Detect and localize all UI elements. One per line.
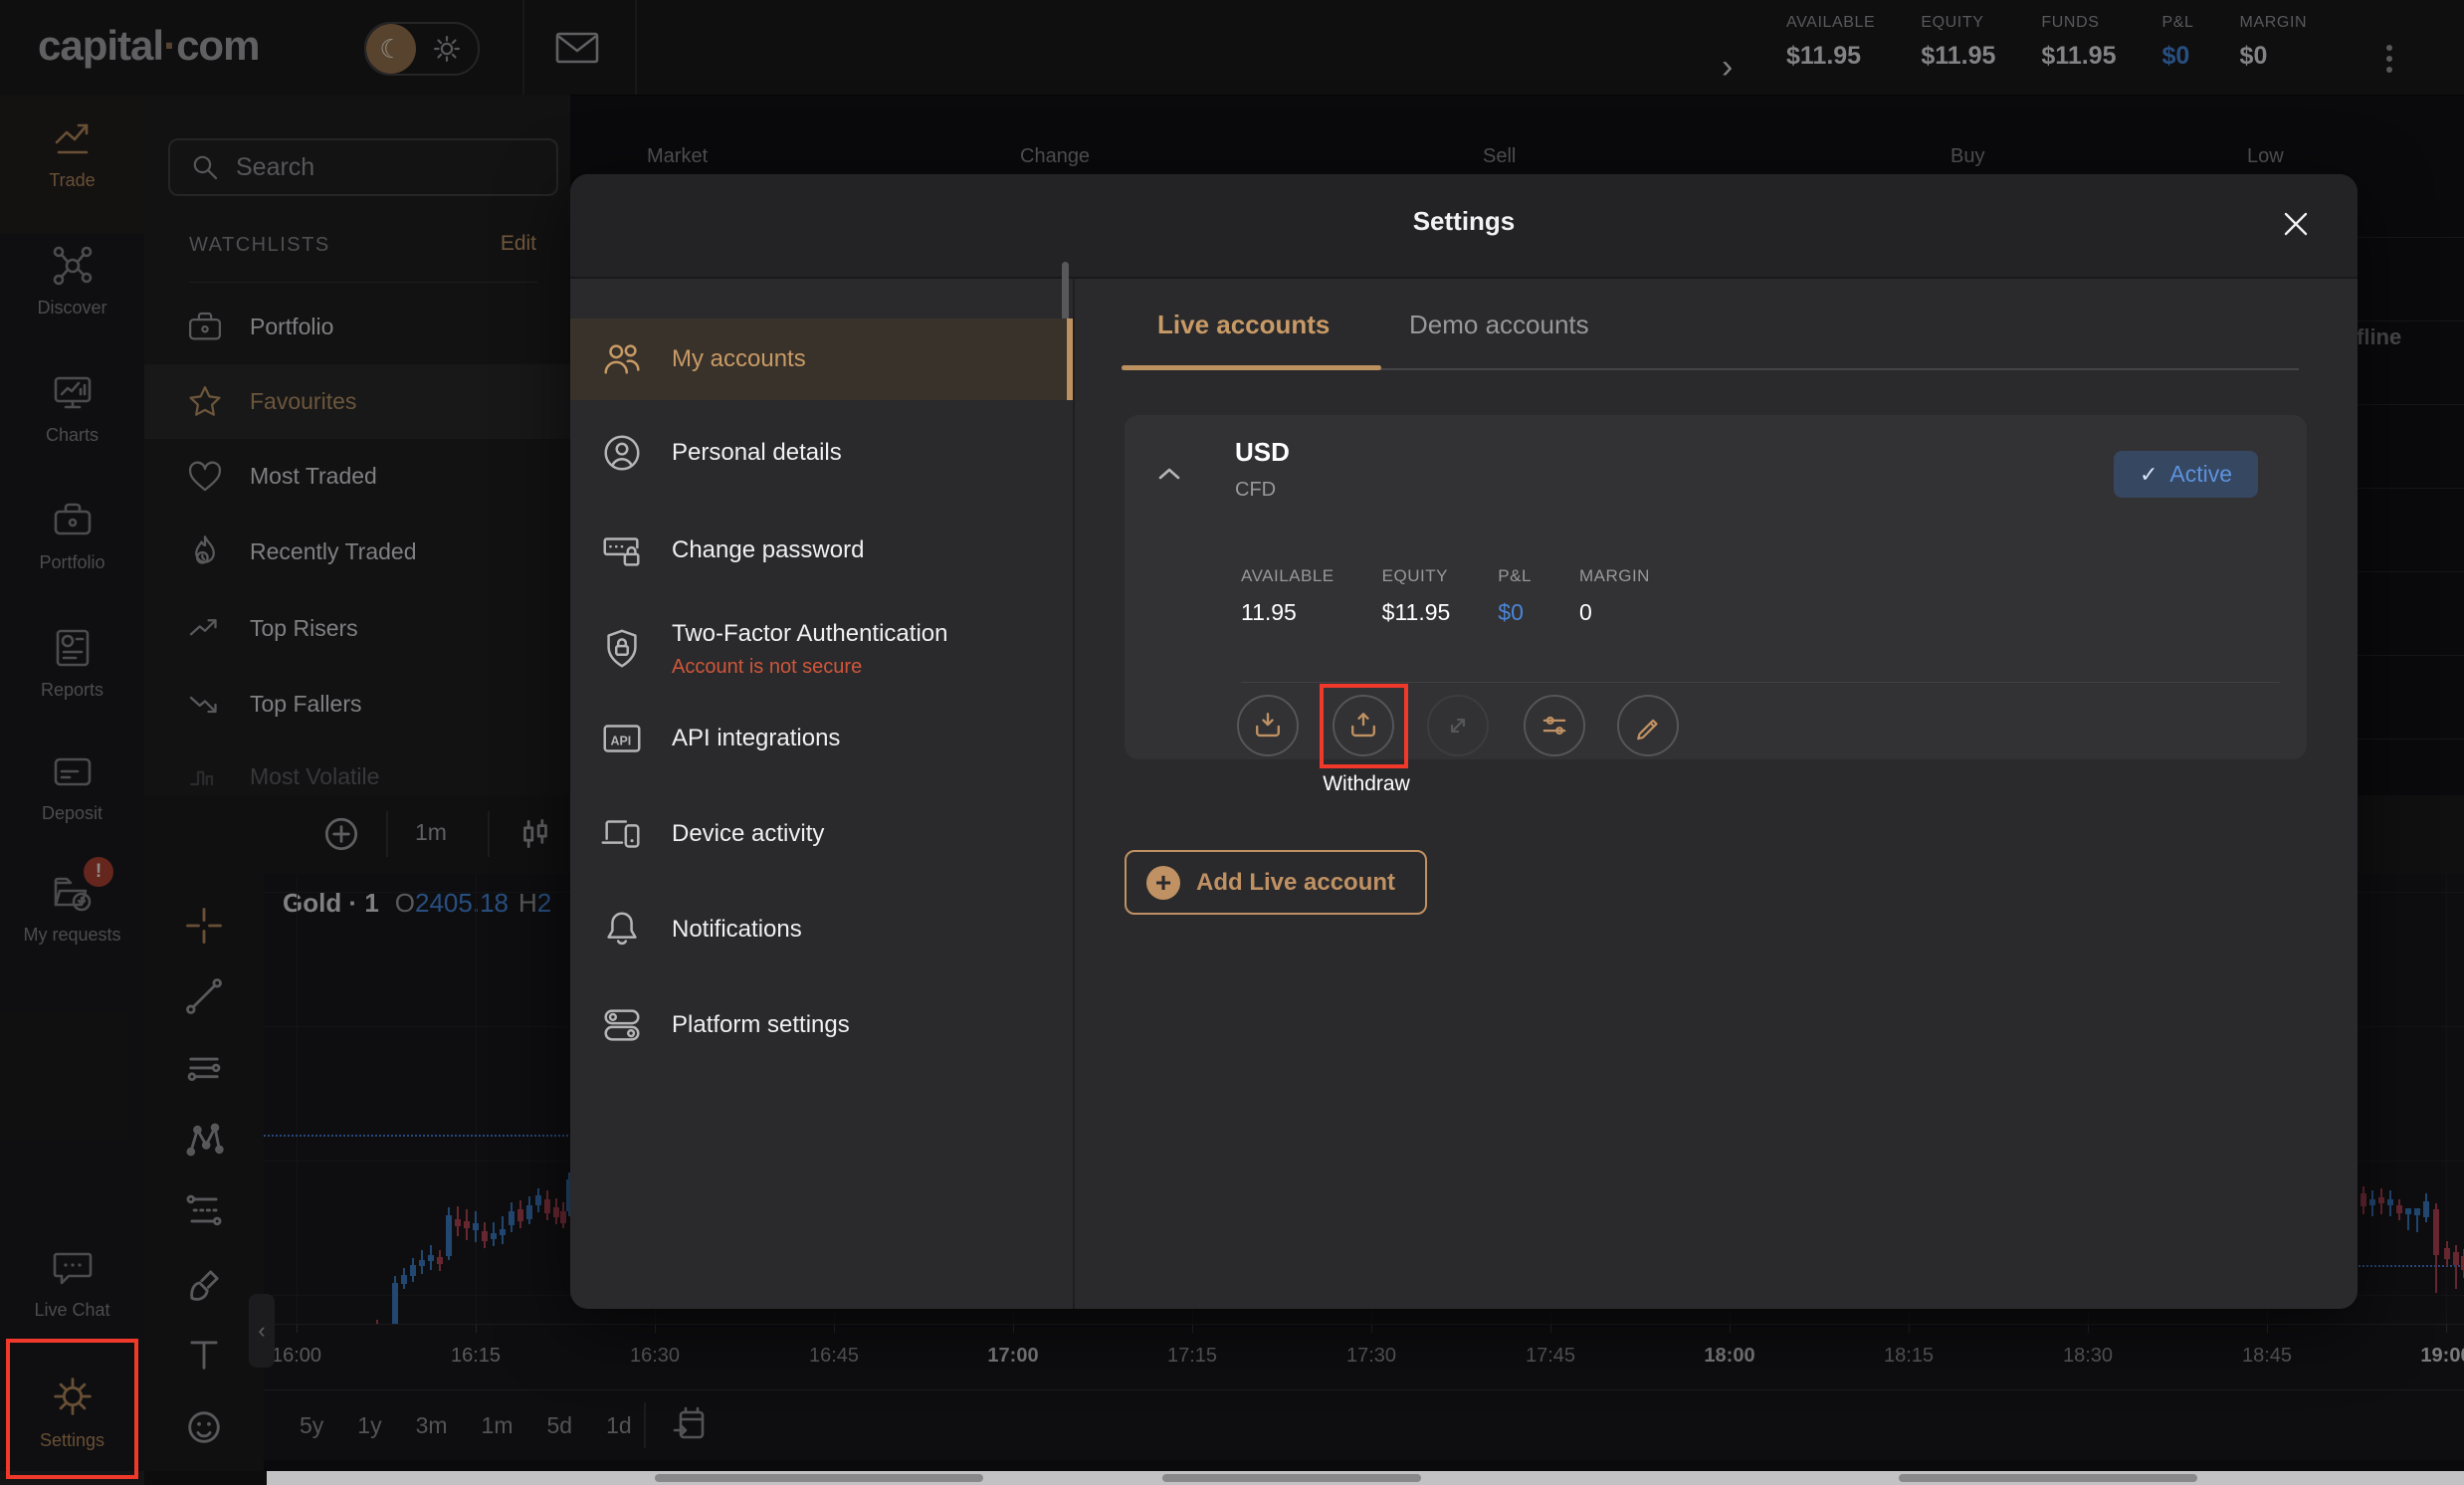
- modal-title-bar: Settings: [570, 174, 2358, 279]
- bell-icon: [598, 907, 646, 953]
- stat-value: $11.95: [1382, 599, 1451, 626]
- add-live-account-button[interactable]: + Add Live account: [1125, 850, 1427, 915]
- user-circle-icon: [598, 430, 646, 476]
- tab-live-accounts[interactable]: Live accounts: [1157, 310, 1330, 340]
- tab-demo-accounts[interactable]: Demo accounts: [1409, 310, 1589, 340]
- bottom-strip: [267, 1471, 2464, 1485]
- strip-smudge: [655, 1474, 983, 1482]
- shield-lock-icon: [598, 626, 646, 672]
- check-icon: ✓: [2140, 462, 2157, 488]
- strip-smudge: [1162, 1474, 1421, 1482]
- status-badge: ✓ Active: [2114, 451, 2258, 498]
- nav-item-api-integrations[interactable]: API API integrations: [570, 700, 1073, 777]
- divider: [1241, 682, 2280, 683]
- app-window: capital·com ☾ › AVAILABLE$11.95EQUITY$11…: [0, 0, 2464, 1485]
- stat-label: MARGIN: [1579, 566, 1650, 586]
- nav-item-device-activity[interactable]: Device activity: [570, 795, 1073, 873]
- withdraw-annotation-box: [1320, 684, 1408, 768]
- settings-modal: Settings My accounts Personal details Ch…: [570, 174, 2358, 1309]
- toggles-icon: [598, 1002, 646, 1048]
- svg-text:API: API: [611, 735, 632, 748]
- edit-button[interactable]: [1617, 695, 1679, 756]
- card-stat-pl: P&L $0: [1498, 566, 1532, 626]
- modal-nav-divider: [1073, 279, 1075, 1309]
- nav-item-notifications[interactable]: Notifications: [570, 891, 1073, 968]
- card-stat-available: AVAILABLE 11.95: [1241, 566, 1335, 626]
- account-card-stats: AVAILABLE 11.95 EQUITY $11.95 P&L $0 MARGIN 0: [1241, 566, 1650, 626]
- deposit-button[interactable]: [1237, 695, 1299, 756]
- tray-arrow-down-icon: [1250, 708, 1286, 743]
- stat-value: 11.95: [1241, 599, 1335, 626]
- two-factor-warning: Account is not secure: [672, 656, 947, 679]
- sliders-icon: [1538, 709, 1571, 742]
- withdraw-tooltip: Withdraw: [1267, 772, 1466, 796]
- card-stat-equity: EQUITY $11.95: [1382, 566, 1451, 626]
- pencil-icon: [1631, 709, 1665, 742]
- stat-value: 0: [1579, 599, 1650, 626]
- nav-item-my-accounts[interactable]: My accounts: [570, 318, 1073, 400]
- diagonal-arrows-icon: [1441, 709, 1475, 742]
- account-currency: USD: [1235, 437, 1290, 468]
- nav-item-change-password[interactable]: Change password: [570, 512, 1073, 589]
- nav-item-platform-settings[interactable]: Platform settings: [570, 986, 1073, 1064]
- modal-title: Settings: [570, 206, 2358, 237]
- stat-label: P&L: [1498, 566, 1532, 586]
- settings-annotation-box: [6, 1339, 138, 1479]
- manage-button[interactable]: [1524, 695, 1585, 756]
- account-type: CFD: [1235, 479, 1276, 502]
- plus-icon: +: [1146, 866, 1180, 900]
- tab-active-underline: [1122, 365, 1381, 370]
- card-stat-margin: MARGIN 0: [1579, 566, 1650, 626]
- devices-icon: [598, 811, 646, 857]
- strip-smudge: [1899, 1474, 2197, 1482]
- transfer-button: [1427, 695, 1489, 756]
- stat-value: $0: [1498, 599, 1532, 626]
- collapse-chevron-icon[interactable]: [1150, 459, 1188, 489]
- users-icon: [598, 336, 646, 382]
- close-icon[interactable]: [2274, 202, 2318, 246]
- nav-item-two-factor[interactable]: Two-Factor Authentication Account is not…: [570, 600, 1073, 698]
- account-card: USD CFD ✓ Active AVAILABLE 11.95 EQUITY $11…: [1125, 415, 2307, 759]
- password-lock-icon: [598, 528, 646, 573]
- nav-item-personal-details[interactable]: Personal details: [570, 414, 1073, 492]
- stat-label: AVAILABLE: [1241, 566, 1335, 586]
- api-window-icon: API: [598, 716, 646, 761]
- stat-label: EQUITY: [1382, 566, 1451, 586]
